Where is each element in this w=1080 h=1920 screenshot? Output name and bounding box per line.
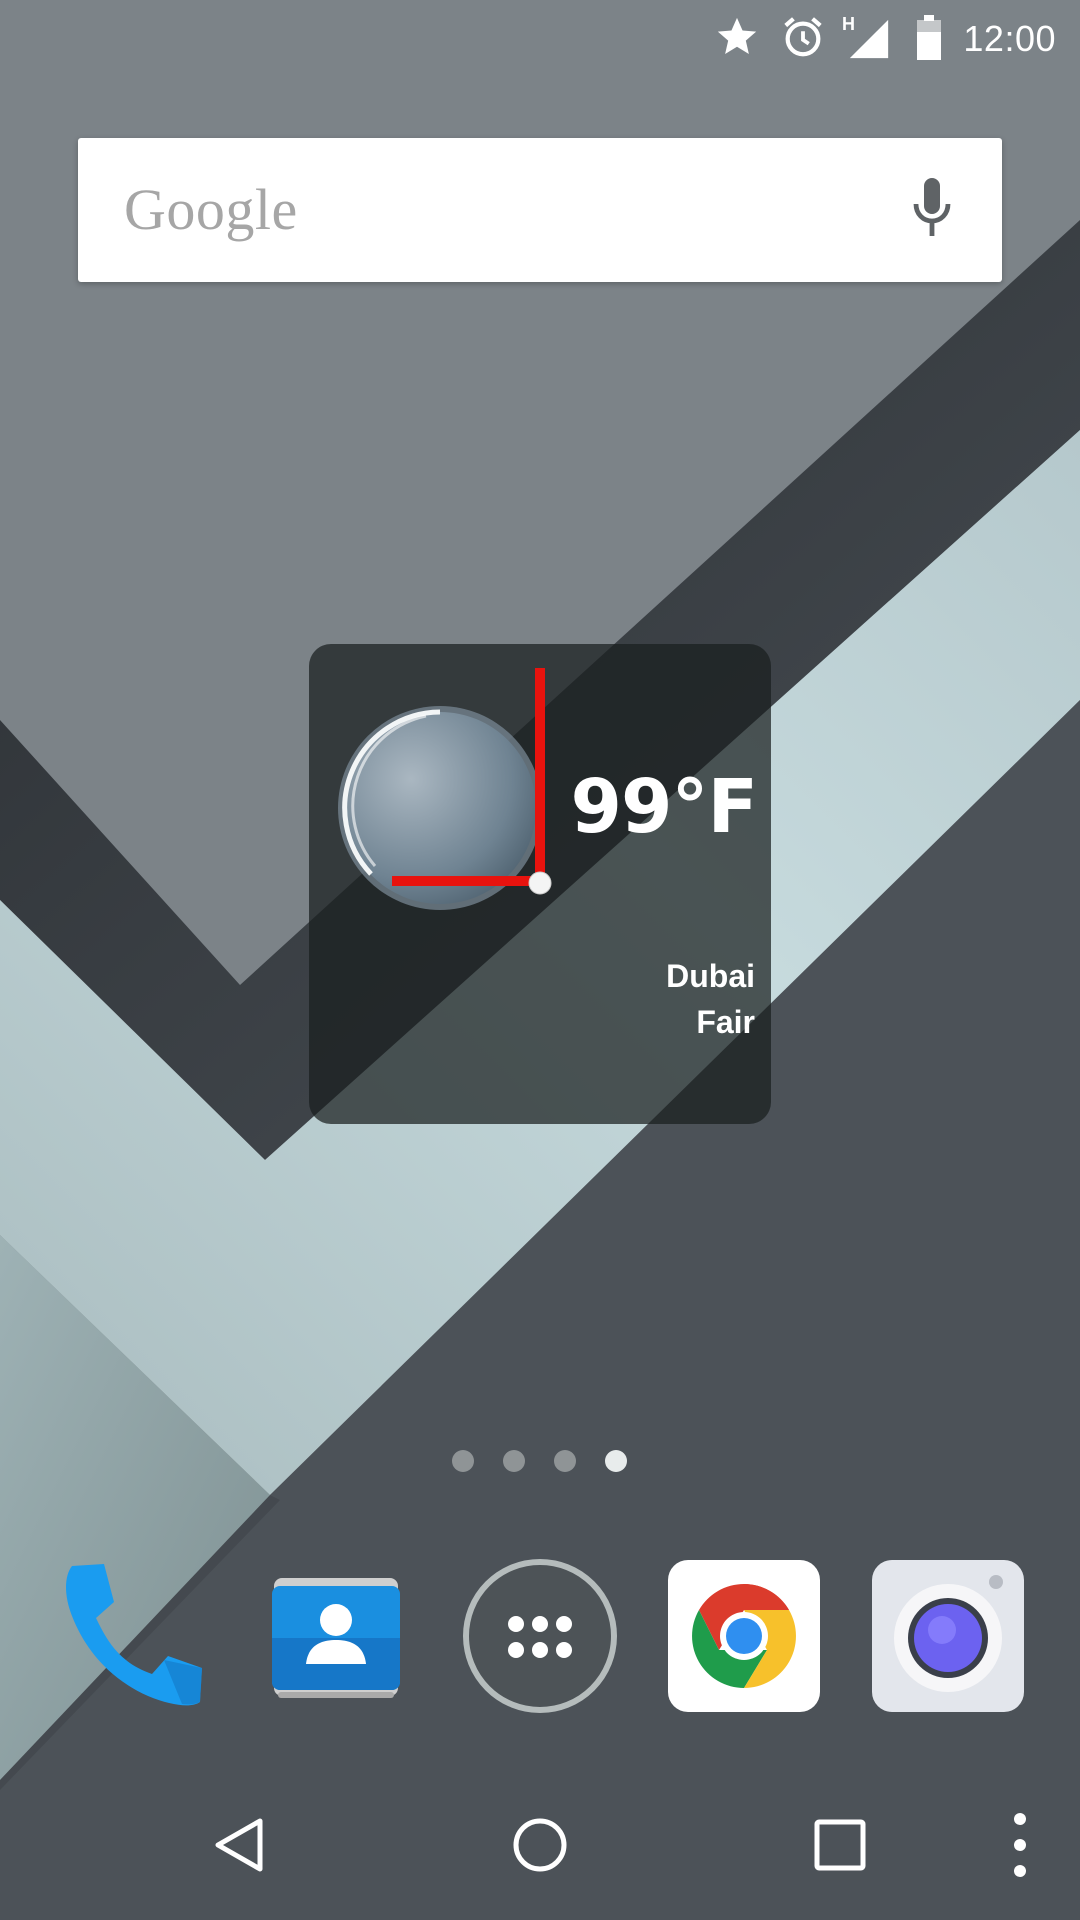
- star-icon: [717, 17, 757, 55]
- navigation-bar: [0, 1775, 1080, 1920]
- page-dot[interactable]: [554, 1450, 576, 1472]
- clear-night-icon: [338, 668, 552, 910]
- chrome-icon[interactable]: [664, 1556, 824, 1716]
- google-search-bar[interactable]: Google: [78, 138, 1002, 282]
- phone-icon[interactable]: [52, 1556, 212, 1716]
- page-dot[interactable]: [503, 1450, 525, 1472]
- status-bar: H 12:00: [0, 0, 1080, 80]
- home-icon[interactable]: [510, 1815, 570, 1875]
- alarm-icon: [784, 17, 822, 57]
- page-dot[interactable]: [452, 1450, 474, 1472]
- camera-icon[interactable]: [868, 1556, 1028, 1716]
- recents-icon[interactable]: [812, 1817, 868, 1873]
- google-logo: Google: [124, 177, 298, 242]
- contacts-icon[interactable]: [256, 1556, 416, 1716]
- weather-temperature: 99°F: [570, 764, 758, 850]
- status-time: 12:00: [963, 18, 1056, 59]
- overflow-menu-icon[interactable]: [1004, 1809, 1036, 1881]
- weather-widget[interactable]: 99°F Dubai Fair: [309, 644, 771, 1124]
- page-indicator: [450, 1450, 640, 1474]
- weather-condition: Fair: [696, 1004, 755, 1040]
- page-dot-active[interactable]: [605, 1450, 627, 1472]
- signal-icon: [849, 19, 889, 59]
- battery-icon: [917, 15, 941, 60]
- back-icon[interactable]: [210, 1815, 270, 1875]
- mic-icon[interactable]: [912, 176, 952, 240]
- weather-city: Dubai: [666, 958, 755, 994]
- app-drawer-icon[interactable]: [460, 1556, 620, 1716]
